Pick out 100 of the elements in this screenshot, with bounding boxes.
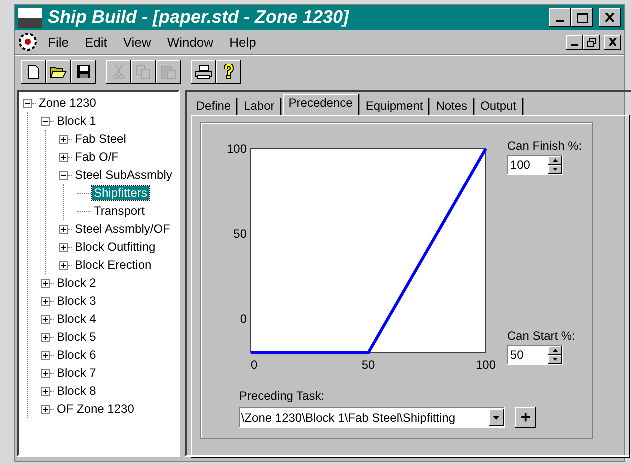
- expand-icon[interactable]: [41, 404, 50, 414]
- expand-icon[interactable]: [41, 368, 50, 378]
- expand-icon[interactable]: [59, 260, 68, 270]
- tree-item[interactable]: Transport: [92, 204, 147, 218]
- tree-toggle-icon: [61, 154, 66, 160]
- maximize-button[interactable]: [571, 8, 593, 27]
- spin-up-button[interactable]: [548, 156, 562, 165]
- tree-toggle-icon: [43, 280, 48, 286]
- menu-item[interactable]: Window: [161, 34, 220, 50]
- expand-icon[interactable]: [59, 152, 68, 162]
- expand-icon[interactable]: [41, 314, 50, 324]
- tree-toggle-icon: [43, 352, 48, 358]
- tree-item[interactable]: Block Erection: [73, 258, 154, 272]
- tab[interactable]: Define: [191, 98, 238, 115]
- menu-item[interactable]: Help: [224, 34, 262, 50]
- preceding-task-dropdown[interactable]: \Zone 1230\Block 1\Fab Steel\Shipfitting: [239, 407, 506, 428]
- tree-toggle-icon: [43, 298, 48, 304]
- field-label: Can Start %:: [507, 329, 576, 343]
- tree-toggle-icon: [61, 172, 66, 178]
- open-button[interactable]: [46, 60, 71, 84]
- close-button[interactable]: [604, 34, 621, 50]
- question-mark-icon: [222, 64, 234, 80]
- axis-tick-label: 0: [251, 358, 258, 372]
- close-button[interactable]: [599, 8, 621, 27]
- tree-item[interactable]: Fab Steel: [73, 132, 128, 146]
- minimize-icon: [556, 20, 564, 22]
- help-button[interactable]: [216, 60, 241, 84]
- tab[interactable]: Labor: [239, 98, 281, 115]
- tree-item[interactable]: Shipfitters: [92, 186, 150, 200]
- minimize-button[interactable]: [549, 8, 571, 27]
- spin-down-button[interactable]: [548, 355, 562, 364]
- expand-icon[interactable]: [41, 296, 50, 306]
- tree-item[interactable]: Block 1: [55, 114, 98, 128]
- close-icon: [605, 13, 615, 22]
- tree-item[interactable]: Block 3: [55, 294, 98, 308]
- new-document-icon: [28, 64, 40, 80]
- tree-item[interactable]: Block Outfitting: [73, 240, 158, 254]
- tree-item[interactable]: OF Zone 1230: [55, 402, 136, 416]
- add-button[interactable]: +: [515, 407, 536, 428]
- menu-item[interactable]: View: [117, 34, 158, 50]
- tree-item[interactable]: Block 6: [55, 348, 98, 362]
- expand-icon[interactable]: [41, 332, 50, 342]
- maximize-icon: [576, 12, 588, 22]
- collapse-icon[interactable]: [41, 116, 50, 126]
- tree-item[interactable]: Steel SubAssmbly: [73, 168, 174, 182]
- expand-icon[interactable]: [59, 242, 68, 252]
- restore-button[interactable]: [583, 34, 600, 50]
- tree-toggle-icon: [25, 100, 30, 106]
- expand-icon[interactable]: [59, 134, 68, 144]
- spin-field[interactable]: 50: [507, 345, 564, 365]
- up-arrow-icon: [552, 159, 558, 162]
- minimize-button[interactable]: [566, 34, 583, 50]
- tab[interactable]: Equipment: [360, 98, 430, 115]
- printer-icon: [194, 64, 212, 80]
- copy-icon: [136, 64, 152, 80]
- window-title: Ship Build - [paper.std - Zone 1230]: [48, 7, 350, 28]
- menu-item[interactable]: File: [42, 34, 75, 50]
- collapse-icon[interactable]: [59, 170, 68, 180]
- expand-icon[interactable]: [41, 386, 50, 396]
- tree-item[interactable]: Fab O/F: [73, 150, 122, 164]
- tree-item[interactable]: Block 7: [55, 366, 98, 380]
- axis-tick-label: 100: [227, 142, 248, 156]
- tree-toggle-icon: [61, 262, 66, 268]
- tree-item[interactable]: Block 4: [55, 312, 98, 326]
- axis-tick-label: 0: [240, 312, 248, 326]
- tab[interactable]: Notes: [431, 98, 474, 115]
- spin-down-button[interactable]: [548, 165, 562, 174]
- save-button[interactable]: [71, 60, 96, 84]
- axis-tick-label: 100: [476, 358, 496, 372]
- app-icon: [18, 8, 42, 28]
- scissors-icon: [112, 64, 124, 80]
- tree-item[interactable]: Block 2: [55, 276, 98, 290]
- spin-field[interactable]: 100: [507, 155, 564, 175]
- tab[interactable]: Precedence: [282, 94, 359, 115]
- minimize-icon: [571, 44, 578, 46]
- tab[interactable]: Output: [476, 98, 523, 115]
- print-button[interactable]: [191, 60, 216, 84]
- restore-icon: [587, 38, 596, 46]
- tree-item[interactable]: Block 8: [55, 384, 98, 398]
- field-label: Preceding Task:: [239, 389, 326, 403]
- close-icon: [608, 38, 616, 46]
- tree-item[interactable]: Block 5: [55, 330, 98, 344]
- clipboard-icon: [160, 64, 176, 80]
- tree-item[interactable]: Zone 1230: [37, 96, 98, 110]
- down-arrow-icon: [552, 358, 558, 361]
- tree-toggle-icon: [61, 244, 66, 250]
- menu-item[interactable]: Edit: [78, 34, 114, 50]
- dropdown-arrow-icon: [493, 416, 500, 420]
- tree-item[interactable]: Steel Assmbly/OF: [73, 222, 172, 236]
- spin-up-button[interactable]: [548, 346, 562, 355]
- tree-toggle-icon: [43, 406, 48, 412]
- expand-icon[interactable]: [41, 350, 50, 360]
- tree-toggle-icon: [61, 226, 66, 232]
- collapse-icon[interactable]: [23, 98, 32, 108]
- expand-icon[interactable]: [41, 278, 50, 288]
- new-button[interactable]: [21, 60, 46, 84]
- tree-toggle-icon: [43, 118, 48, 124]
- axis-tick-label: 50: [362, 358, 376, 372]
- expand-icon[interactable]: [59, 224, 68, 234]
- field-label: Can Finish %:: [507, 139, 582, 153]
